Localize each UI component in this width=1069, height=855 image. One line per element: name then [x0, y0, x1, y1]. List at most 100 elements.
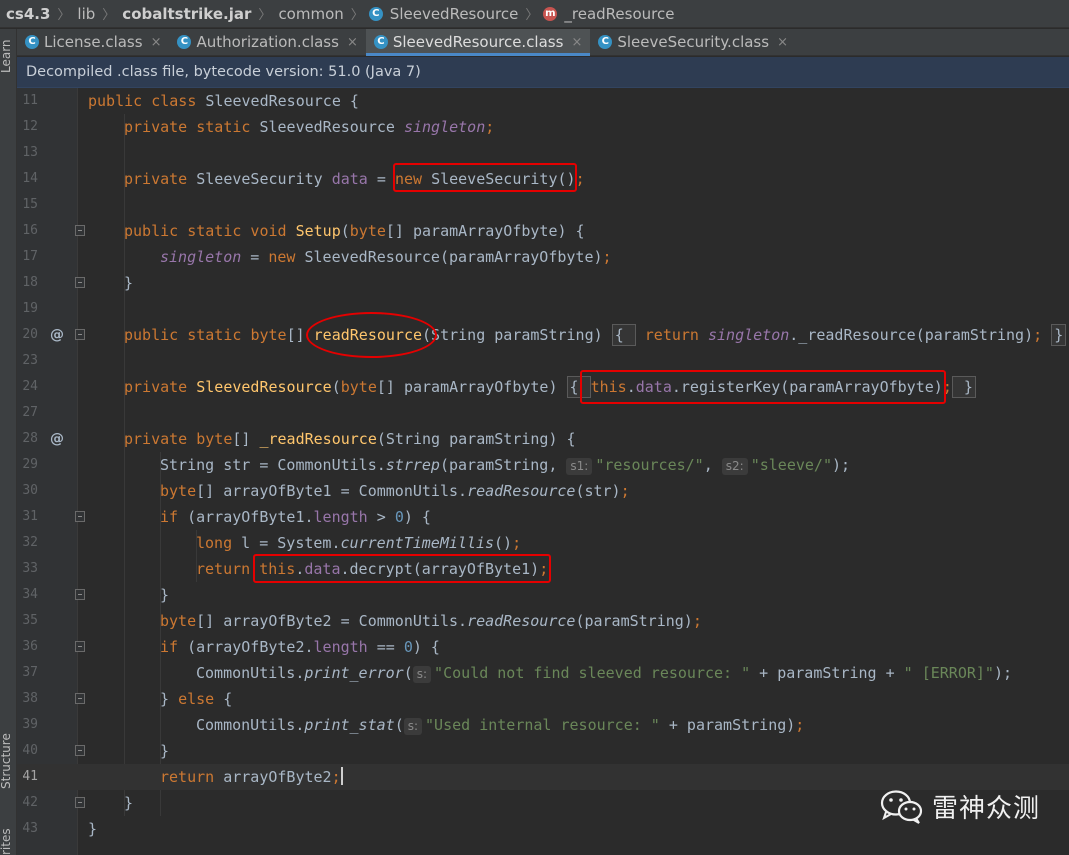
- breadcrumb-class[interactable]: SleevedResource: [388, 5, 521, 23]
- breadcrumb-method[interactable]: _readResource: [562, 5, 676, 23]
- code-text: }: [124, 274, 134, 292]
- code-text: }: [88, 820, 98, 838]
- paren: (: [403, 664, 413, 682]
- static-method-call: print_error: [304, 664, 404, 682]
- keyword: private: [124, 430, 197, 448]
- statement: l = System.: [241, 534, 341, 552]
- code-editor[interactable]: 11 public class SleevedResource { 12 pri…: [17, 88, 1069, 855]
- code-line: 30 byte[] arrayOfByte1 = CommonUtils.rea…: [17, 478, 1069, 504]
- tab-label: SleeveSecurity.class: [617, 33, 770, 51]
- close-icon[interactable]: ×: [571, 35, 582, 50]
- string-literal: "sleeve/": [750, 456, 832, 474]
- constructor-call: SleevedResource(paramArrayOfbyte): [304, 248, 603, 266]
- line-number: 32: [22, 535, 38, 550]
- line-number: 29: [22, 457, 38, 472]
- static-method-call: readResource: [467, 482, 576, 500]
- keyword: if: [160, 508, 188, 526]
- breadcrumb-project[interactable]: cs4.3: [4, 5, 52, 23]
- override-marker-icon[interactable]: @: [50, 322, 64, 348]
- folded-region[interactable]: }: [1051, 324, 1067, 346]
- code-line: 15: [17, 192, 1069, 218]
- class-ref: CommonUtils.: [196, 716, 305, 734]
- code-text: if (arrayOfByte1.length > 0) {: [160, 504, 431, 530]
- code-text: public static byte[] readResource(String…: [124, 322, 1067, 348]
- method-name: _readResource: [259, 430, 377, 448]
- fold-toggle-icon[interactable]: [75, 277, 85, 288]
- favorites-tool-button[interactable]: rites: [0, 828, 13, 855]
- param-hint: s:: [403, 718, 423, 735]
- keyword: byte: [196, 430, 233, 448]
- fold-toggle-icon[interactable]: [75, 589, 85, 600]
- code-text: CommonUtils.print_error(s: "Could not fin…: [196, 660, 1012, 686]
- semicolon: ;: [620, 482, 630, 500]
- code-line: 20 @ public static byte[] readResource(S…: [17, 322, 1069, 348]
- chevron-right-icon: 〉: [525, 8, 539, 23]
- fold-toggle-icon[interactable]: [75, 797, 85, 808]
- code-line: 28 @ private byte[] _readResource(String…: [17, 426, 1069, 452]
- line-number: 30: [22, 483, 38, 498]
- override-marker-icon[interactable]: @: [50, 426, 64, 452]
- folded-region[interactable]: }: [951, 376, 976, 398]
- fold-toggle-icon[interactable]: [75, 329, 85, 340]
- line-number: 15: [22, 197, 38, 212]
- class-name: SleevedResource {: [205, 92, 359, 110]
- semicolon: ;: [602, 248, 612, 266]
- end: );: [993, 664, 1013, 682]
- code-text: }: [160, 586, 170, 604]
- keyword: return: [160, 768, 224, 786]
- code-text: if (arrayOfByte2.length == 0) {: [160, 634, 440, 660]
- line-number: 24: [22, 379, 38, 394]
- semicolon: ;: [1033, 326, 1052, 344]
- tab-license-class[interactable]: C License.class ×: [17, 29, 169, 55]
- tab-sleevesecurity-class[interactable]: C SleeveSecurity.class ×: [590, 29, 796, 55]
- static-field: singleton: [708, 326, 790, 344]
- close-icon[interactable]: ×: [777, 35, 788, 50]
- code-line: 16 public static void Setup(byte[] param…: [17, 218, 1069, 244]
- close-icon[interactable]: ×: [347, 35, 358, 50]
- breadcrumb-jar[interactable]: cobaltstrike.jar: [120, 5, 253, 23]
- fold-toggle-icon[interactable]: [75, 511, 85, 522]
- operator: =: [241, 248, 269, 266]
- fold-toggle-icon[interactable]: [75, 693, 85, 704]
- tab-sleevedresource-class[interactable]: C SleevedResource.class ×: [365, 29, 591, 56]
- fold-toggle-icon[interactable]: [75, 225, 85, 236]
- code-text: private static SleevedResource singleton…: [124, 114, 494, 140]
- code-text: } else {: [160, 686, 232, 712]
- chevron-right-icon: 〉: [57, 8, 71, 23]
- red-highlight-ellipse: [306, 312, 437, 358]
- code-line: 12 private static SleevedResource single…: [17, 114, 1069, 140]
- line-number: 34: [22, 587, 38, 602]
- semicolon: ;: [512, 534, 522, 552]
- structure-tool-button[interactable]: Structure: [0, 733, 13, 789]
- semicolon: ;: [485, 118, 495, 136]
- fold-toggle-icon[interactable]: [75, 641, 85, 652]
- keyword: public static void: [124, 222, 296, 240]
- line-number: 42: [22, 795, 38, 810]
- args: (str): [575, 482, 621, 500]
- breadcrumb-lib[interactable]: lib: [75, 5, 97, 23]
- left-tool-strip: Learn Structure rites: [0, 29, 17, 855]
- field: length: [313, 508, 368, 526]
- args: (paramString): [575, 612, 693, 630]
- folded-region[interactable]: {: [611, 324, 636, 346]
- operator: =: [367, 170, 395, 188]
- tab-authorization-class[interactable]: C Authorization.class ×: [169, 29, 365, 55]
- red-highlight-box: [580, 370, 946, 404]
- params: [] paramArrayOfbyte): [376, 378, 567, 396]
- args: (paramString,: [439, 456, 567, 474]
- code-line: 31 if (arrayOfByte1.length > 0) {: [17, 504, 1069, 530]
- brace: {: [214, 690, 233, 708]
- line-number: 37: [22, 665, 38, 680]
- method-icon: m: [543, 6, 558, 21]
- line-number: 36: [22, 639, 38, 654]
- static-field: singleton: [160, 248, 242, 266]
- close-icon[interactable]: ×: [151, 35, 162, 50]
- breadcrumb-package[interactable]: common: [276, 5, 345, 23]
- code-line-current: 41 return arrayOfByte2;: [17, 764, 1069, 790]
- fold-toggle-icon[interactable]: [75, 745, 85, 756]
- keyword: byte: [160, 482, 197, 500]
- learn-tool-button[interactable]: Learn: [0, 39, 13, 73]
- keyword: public static: [124, 326, 251, 344]
- tab-label: SleevedResource.class: [392, 33, 564, 51]
- code-text: CommonUtils.print_stat(s: "Used internal …: [196, 712, 804, 738]
